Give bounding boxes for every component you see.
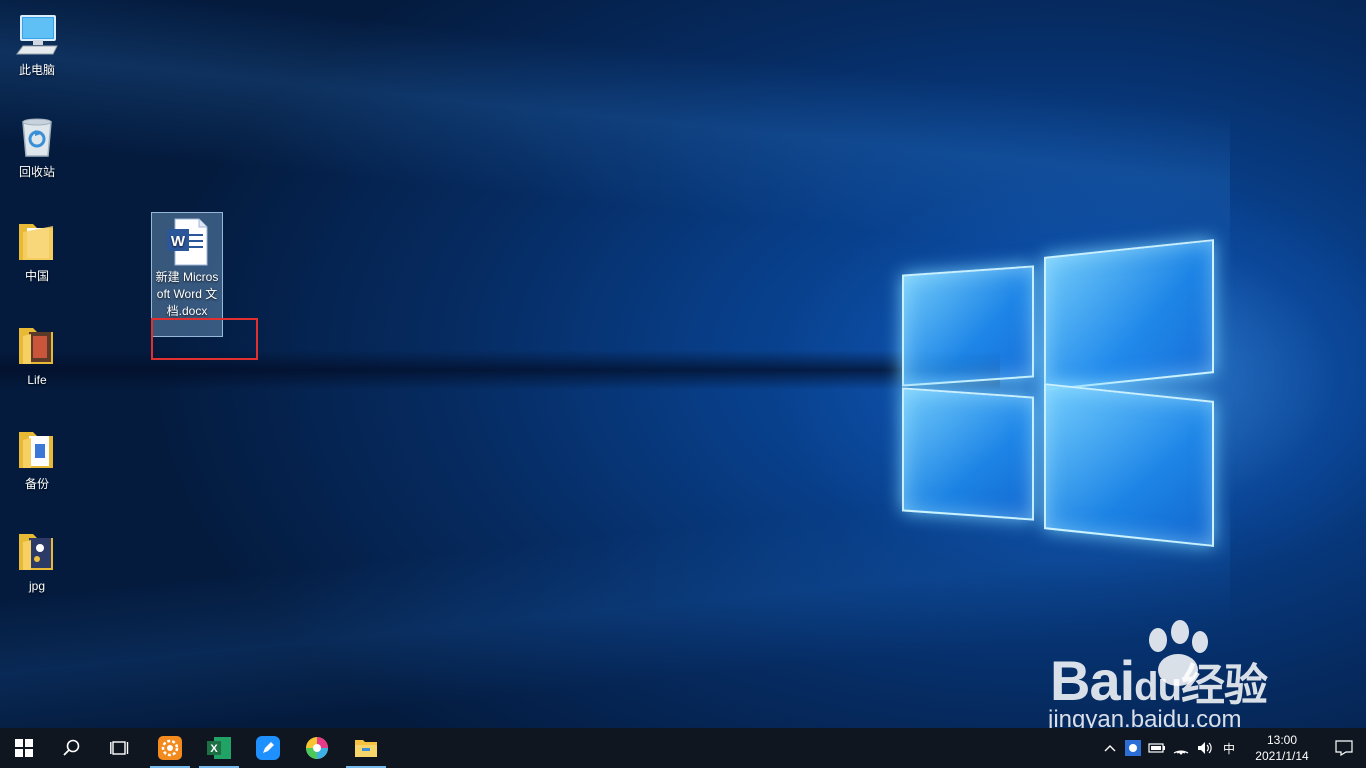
desktop-icon-label: 此电脑: [18, 63, 55, 77]
start-button[interactable]: [0, 728, 48, 768]
desktop-icon-recycle-bin[interactable]: 回收站: [0, 112, 74, 180]
battery-icon: [1148, 743, 1165, 753]
desktop-icon-folder-backup[interactable]: 备份: [0, 424, 74, 492]
shadow-band: [0, 350, 1000, 390]
gear-app-icon: [158, 736, 182, 760]
desktop-icon-label: 备份: [24, 477, 49, 491]
desktop[interactable]: 此电脑 回收站 中国 Life 备份 jpg W 新建 Microsoft Wo…: [0, 0, 1366, 728]
desktop-icon-label: 新建 Microsoft Word 文档.docx: [155, 270, 219, 318]
taskbar-app-excel[interactable]: X: [195, 728, 243, 768]
desktop-icon-label: Life: [27, 373, 47, 387]
pinwheel-icon: [306, 737, 328, 759]
taskbar-app-blue-pen[interactable]: [244, 728, 292, 768]
show-hidden-icons-button[interactable]: [1100, 728, 1120, 768]
task-view-icon: [110, 741, 129, 755]
wifi-icon: [1173, 750, 1189, 755]
tray-app-icon: [1125, 740, 1141, 756]
word-icon-letter: W: [171, 233, 186, 250]
volume-button[interactable]: [1194, 728, 1216, 768]
folder-icon: [19, 224, 53, 260]
taskbar-app-file-explorer[interactable]: [342, 728, 390, 768]
clock-button[interactable]: 13:00 2021/1/14: [1242, 728, 1322, 768]
desktop-icon-folder-china[interactable]: 中国: [0, 216, 74, 284]
network-button[interactable]: [1170, 728, 1192, 768]
action-center-button[interactable]: [1322, 728, 1366, 768]
watermark-logo-text: Bai: [1050, 649, 1135, 712]
watermark-site: jingyan.baidu.com: [1048, 706, 1242, 728]
desktop-icon-label: 回收站: [18, 165, 55, 179]
clock-date: 2021/1/14: [1255, 749, 1309, 763]
highlight-annotation-box: [151, 318, 258, 360]
folder-icon: [19, 328, 53, 364]
taskbar: X 中 13:00 2021/1/14: [0, 728, 1366, 768]
clock-time: 13:00: [1266, 733, 1298, 747]
folder-icon: [355, 740, 377, 757]
task-view-button[interactable]: [96, 728, 144, 768]
desktop-icon-this-pc[interactable]: 此电脑: [0, 10, 74, 78]
watermark-logo-text-2: du: [1134, 665, 1182, 709]
input-method-button[interactable]: 中: [1218, 728, 1240, 768]
desktop-icon-folder-jpg[interactable]: jpg: [0, 526, 74, 594]
logo-pane: [902, 387, 1034, 521]
pen-app-icon: [256, 736, 280, 760]
search-button[interactable]: [48, 728, 96, 768]
logo-pane: [1044, 239, 1214, 391]
desktop-icon-folder-life[interactable]: Life: [0, 320, 74, 388]
watermark-suffix: 经验: [1181, 661, 1268, 710]
taskbar-app-pinwheel[interactable]: [293, 728, 341, 768]
desktop-icon-label: 中国: [24, 269, 49, 283]
watermark-logo: Baidu经验: [1050, 648, 1268, 713]
battery-button[interactable]: [1146, 728, 1168, 768]
notification-icon: [1335, 740, 1353, 756]
recycle-bin-icon: [22, 118, 52, 157]
computer-icon: [16, 15, 58, 55]
excel-letter: X: [210, 743, 218, 755]
folder-icon: [19, 432, 53, 468]
chevron-up-icon: [1104, 745, 1116, 752]
excel-icon: X: [207, 737, 231, 759]
windows-logo-wallpaper: [880, 220, 1240, 560]
search-icon: [63, 739, 80, 756]
windows-icon: [15, 739, 33, 757]
folder-icon: [19, 534, 53, 570]
taskbar-app-orange[interactable]: [146, 728, 194, 768]
volume-icon: [1198, 742, 1212, 754]
logo-pane: [902, 265, 1034, 387]
word-doc-icon: W: [167, 218, 208, 266]
tray-app-icon[interactable]: [1122, 728, 1144, 768]
baidu-jingyan-watermark: Baidu经验 jingyan.baidu.com: [1040, 620, 1360, 728]
desktop-icon-label: jpg: [28, 579, 45, 593]
logo-pane: [1044, 383, 1214, 547]
